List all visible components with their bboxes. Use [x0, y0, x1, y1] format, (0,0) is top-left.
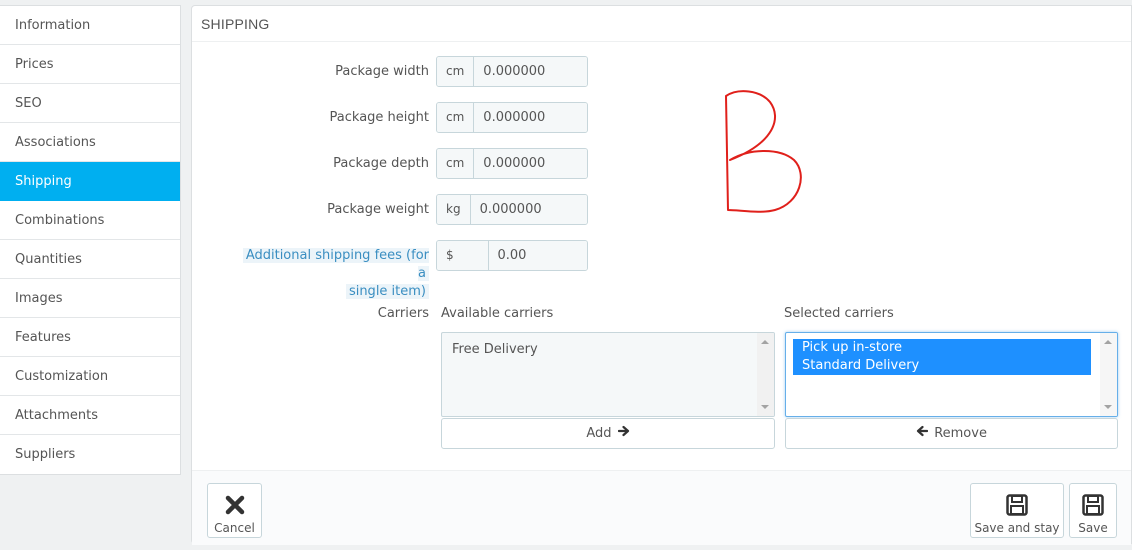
sidebar-item-features[interactable]: Features [0, 318, 180, 357]
scroll-down-icon[interactable] [1104, 405, 1112, 409]
package-weight-label: Package weight [327, 202, 429, 217]
available-list-scrollbar[interactable] [757, 333, 774, 416]
package-depth-group: cm [436, 148, 588, 179]
add-button-label: Add [586, 426, 612, 441]
close-icon [223, 493, 247, 517]
package-height-label: Package height [329, 110, 429, 125]
additional-fees-label-line2: single item) [345, 284, 429, 299]
save-and-stay-button[interactable]: Save and stay [970, 483, 1064, 538]
cancel-button[interactable]: Cancel [207, 483, 262, 538]
weight-unit-addon: kg [437, 195, 471, 224]
height-unit-addon: cm [437, 103, 475, 132]
package-height-group: cm [436, 102, 588, 133]
scroll-down-icon[interactable] [761, 405, 769, 409]
annotation-b-drawing [725, 90, 802, 213]
available-carrier-option[interactable]: Free Delivery [442, 341, 774, 359]
sidebar-item-images[interactable]: Images [0, 279, 180, 318]
selected-list-scrollbar[interactable] [1100, 333, 1117, 416]
shipping-panel: SHIPPING Package width cm Package height… [191, 5, 1132, 545]
panel-footer: Cancel Save and stay Save [192, 470, 1131, 545]
hand-drawn-annotation: B [720, 88, 810, 222]
floppy-disk-icon [1005, 493, 1029, 517]
carriers-label: Carriers [377, 306, 429, 321]
package-weight-group: kg [436, 194, 588, 225]
package-width-group: cm [436, 56, 588, 87]
save-button[interactable]: Save [1069, 483, 1117, 538]
sidebar-item-information[interactable]: Information [0, 6, 180, 45]
package-height-input[interactable] [474, 103, 587, 132]
save-label: Save [1078, 521, 1108, 535]
sidebar-item-suppliers[interactable]: Suppliers [0, 435, 180, 474]
package-weight-input[interactable] [470, 195, 587, 224]
cancel-label: Cancel [214, 521, 255, 535]
scroll-up-icon[interactable] [761, 340, 769, 344]
fees-unit-addon: $ (tax excl.) [437, 241, 489, 270]
scroll-up-icon[interactable] [1104, 340, 1112, 344]
sidebar-item-combinations[interactable]: Combinations [0, 201, 180, 240]
panel-title: SHIPPING [192, 6, 1131, 42]
additional-fees-group: $ (tax excl.) [436, 240, 588, 271]
floppy-disk-icon [1081, 493, 1105, 517]
package-width-input[interactable] [474, 57, 587, 86]
depth-unit-addon: cm [437, 149, 475, 178]
selected-options-block: Pick up in-store Standard Delivery [793, 339, 1091, 375]
product-tabs-sidebar: Information Prices SEO Associations Ship… [0, 5, 181, 475]
arrow-right-icon [617, 419, 630, 448]
selected-carriers-title: Selected carriers [784, 306, 894, 321]
save-and-stay-label: Save and stay [974, 521, 1060, 535]
sidebar-item-attachments[interactable]: Attachments [0, 396, 180, 435]
sidebar-item-quantities[interactable]: Quantities [0, 240, 180, 279]
width-unit-addon: cm [437, 57, 475, 86]
remove-button-label: Remove [934, 426, 987, 441]
available-carriers-list[interactable]: Free Delivery [441, 332, 775, 417]
package-depth-input[interactable] [474, 149, 587, 178]
sidebar-item-seo[interactable]: SEO [0, 84, 180, 123]
additional-fees-input[interactable] [488, 241, 587, 270]
package-depth-label: Package depth [333, 156, 429, 171]
sidebar-item-customization[interactable]: Customization [0, 357, 180, 396]
sidebar-item-shipping[interactable]: Shipping [0, 162, 180, 201]
additional-fees-label-line1: Additional shipping fees (for a [242, 248, 429, 281]
selected-carriers-list[interactable]: Pick up in-store Standard Delivery [785, 332, 1118, 417]
selected-carrier-option[interactable]: Standard Delivery [793, 357, 1091, 375]
remove-carrier-button[interactable]: Remove [785, 418, 1118, 449]
package-width-label: Package width [335, 64, 429, 79]
sidebar-item-prices[interactable]: Prices [0, 45, 180, 84]
sidebar-item-associations[interactable]: Associations [0, 123, 180, 162]
available-carriers-title: Available carriers [441, 306, 554, 321]
add-carrier-button[interactable]: Add [441, 418, 775, 449]
additional-fees-label[interactable]: Additional shipping fees (for a single i… [229, 247, 429, 301]
arrow-left-icon [916, 419, 929, 448]
selected-carrier-option[interactable]: Pick up in-store [793, 339, 1091, 357]
